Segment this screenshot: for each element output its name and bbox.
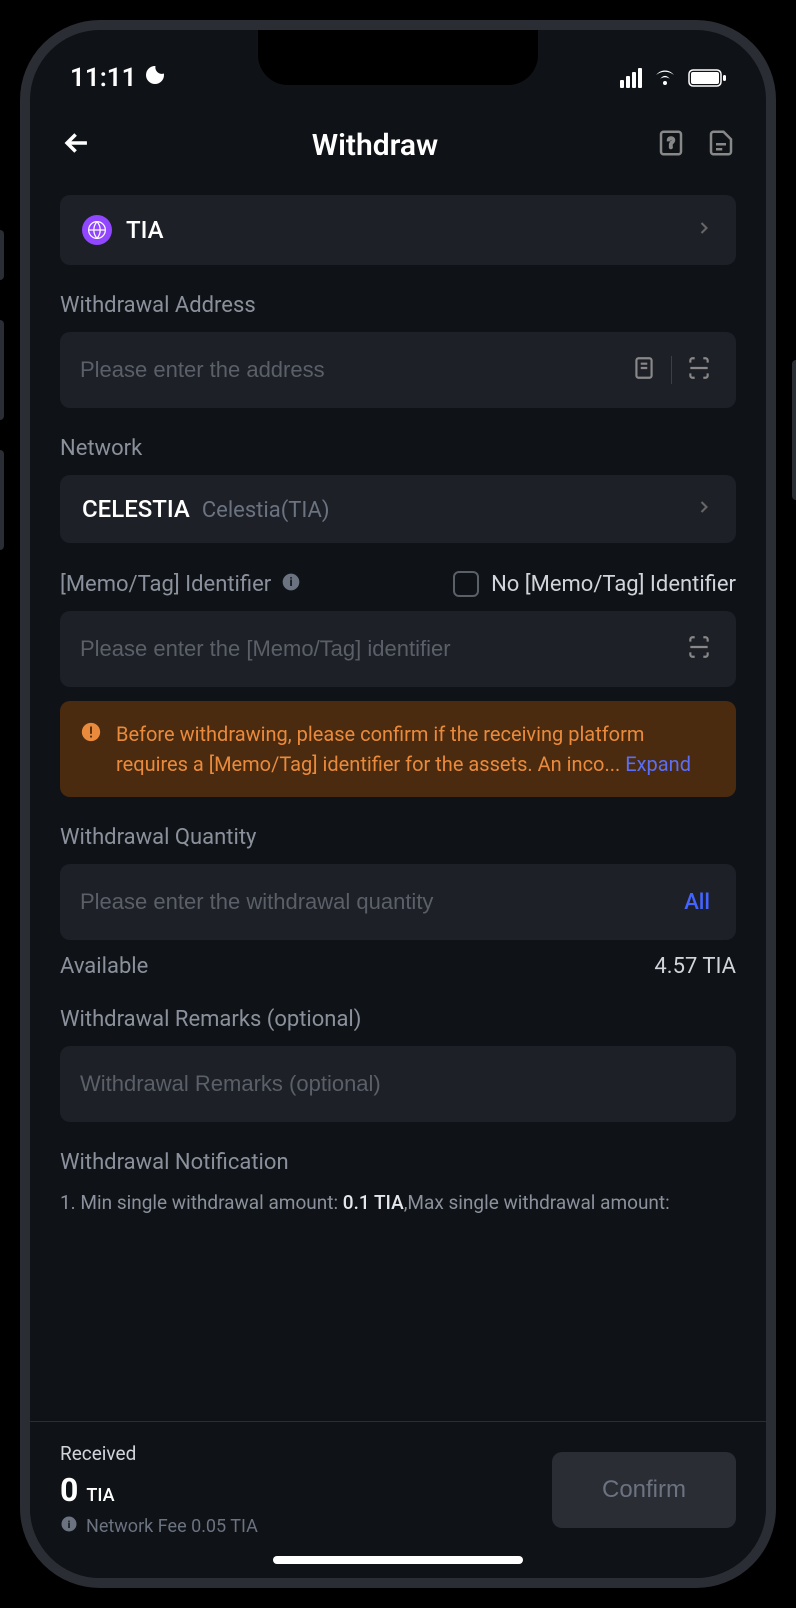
memo-input[interactable] xyxy=(80,636,672,662)
memo-warning: Before withdrawing, please confirm if th… xyxy=(60,701,736,797)
quantity-section: Withdrawal Quantity All Available 4.57 T… xyxy=(60,825,736,979)
remarks-label: Withdrawal Remarks (optional) xyxy=(60,1007,736,1032)
available-value: 4.57 TIA xyxy=(654,954,736,979)
memo-label: [Memo/Tag] Identifier xyxy=(60,572,271,597)
network-fee: Network Fee 0.05 TIA xyxy=(86,1516,258,1537)
available-label: Available xyxy=(60,954,148,979)
qr-scan-icon[interactable] xyxy=(682,355,716,385)
notification-title: Withdrawal Notification xyxy=(60,1150,736,1175)
memo-section: [Memo/Tag] Identifier i No [Memo/Tag] Id… xyxy=(60,571,736,797)
document-icon[interactable] xyxy=(706,128,736,162)
network-name: Celestia(TIA) xyxy=(202,498,330,523)
received-value: 0 xyxy=(60,1471,78,1509)
coin-name: TIA xyxy=(126,216,164,244)
page-title: Withdraw xyxy=(312,128,438,163)
notification-section: Withdrawal Notification 1. Min single wi… xyxy=(60,1150,736,1218)
status-time: 11:11 xyxy=(70,63,137,93)
no-memo-checkbox[interactable] xyxy=(453,571,479,597)
address-book-icon[interactable] xyxy=(627,355,661,385)
expand-link[interactable]: Expand xyxy=(625,752,691,776)
moon-icon xyxy=(143,63,167,93)
chevron-right-icon xyxy=(694,497,714,521)
svg-text:i: i xyxy=(68,1518,71,1531)
no-memo-checkbox-group[interactable]: No [Memo/Tag] Identifier xyxy=(453,571,736,597)
battery-icon xyxy=(688,69,726,87)
network-section: Network CELESTIA Celestia(TIA) xyxy=(60,436,736,543)
confirm-button[interactable]: Confirm xyxy=(552,1452,736,1528)
signal-icon xyxy=(620,68,642,88)
remarks-input[interactable] xyxy=(80,1071,716,1097)
info-icon: i xyxy=(60,1515,78,1538)
chevron-right-icon xyxy=(694,218,714,242)
wifi-icon xyxy=(652,68,678,88)
received-coin: TIA xyxy=(86,1485,114,1506)
received-label: Received xyxy=(60,1442,258,1465)
address-label: Withdrawal Address xyxy=(60,293,736,318)
bottom-bar: Received 0 TIA i Network Fee 0.05 TIA Co… xyxy=(30,1421,766,1578)
warning-text: Before withdrawing, please confirm if th… xyxy=(116,722,644,776)
notification-line1: 1. Min single withdrawal amount: 0.1 TIA… xyxy=(60,1189,736,1218)
back-arrow-icon[interactable] xyxy=(60,126,94,164)
address-section: Withdrawal Address xyxy=(60,293,736,408)
svg-text:i: i xyxy=(290,575,293,589)
coin-selector[interactable]: TIA xyxy=(60,195,736,265)
warning-icon xyxy=(80,721,102,779)
network-code: CELESTIA xyxy=(82,495,190,523)
help-icon[interactable]: ? xyxy=(656,128,686,162)
info-icon[interactable]: i xyxy=(281,572,301,597)
remarks-section: Withdrawal Remarks (optional) xyxy=(60,1007,736,1122)
svg-text:?: ? xyxy=(667,134,674,152)
home-indicator[interactable] xyxy=(273,1556,523,1564)
network-selector[interactable]: CELESTIA Celestia(TIA) xyxy=(60,475,736,543)
quantity-input[interactable] xyxy=(80,889,668,915)
header: Withdraw ? xyxy=(30,105,766,185)
quantity-label: Withdrawal Quantity xyxy=(60,825,736,850)
address-input[interactable] xyxy=(80,357,617,383)
no-memo-label: No [Memo/Tag] Identifier xyxy=(491,572,736,597)
network-label: Network xyxy=(60,436,736,461)
qr-scan-icon[interactable] xyxy=(682,634,716,664)
coin-icon xyxy=(82,215,112,245)
all-button[interactable]: All xyxy=(678,890,716,915)
